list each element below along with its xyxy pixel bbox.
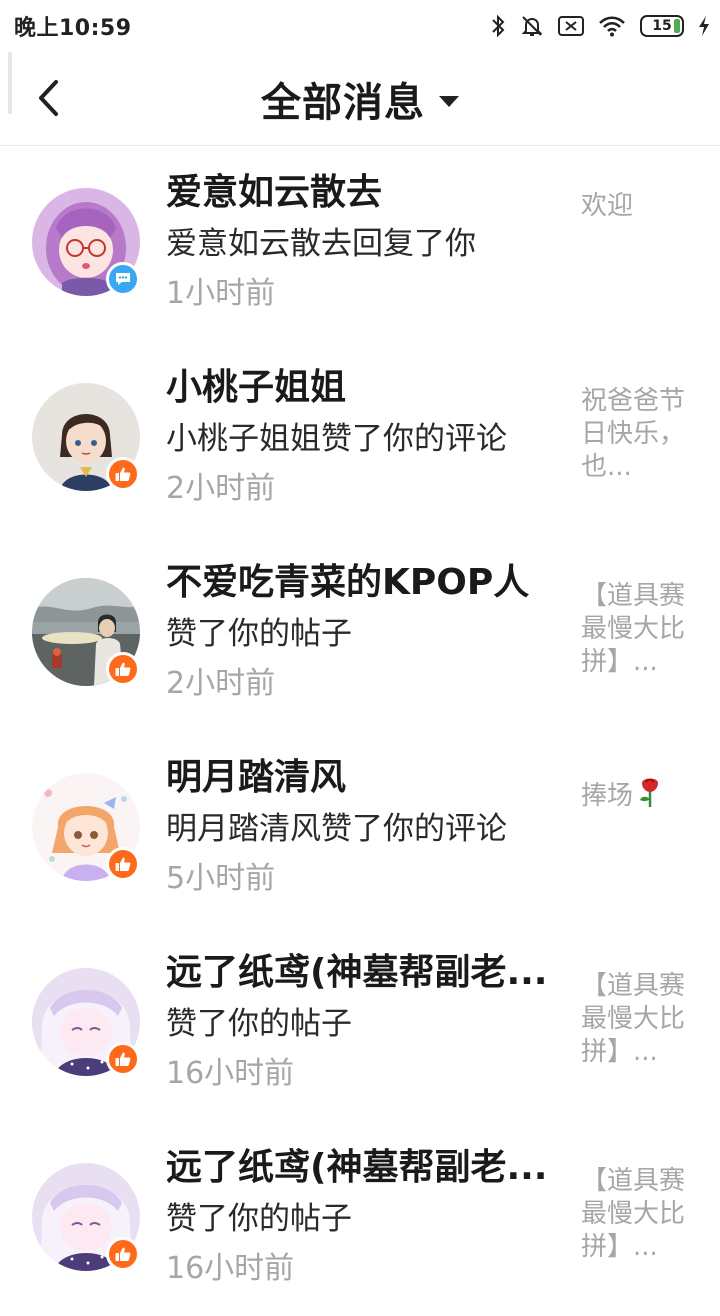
message-time: 1小时前 <box>166 276 276 311</box>
sim-off-icon <box>558 15 584 37</box>
status-time: 晚上10:59 <box>14 16 132 41</box>
avatar-wrap[interactable] <box>32 578 140 686</box>
content-preview[interactable]: 【道具赛最慢大比拼】... <box>581 1165 691 1264</box>
message-time: 2小时前 <box>166 666 276 701</box>
sender-name[interactable]: 远了纸鸢(神墓帮副老... <box>166 948 562 998</box>
avatar-wrap[interactable] <box>32 1163 140 1271</box>
message-action: 赞了你的帖子 <box>166 616 352 652</box>
title-dropdown[interactable]: 全部消息 <box>0 52 720 146</box>
wifi-icon <box>598 15 626 37</box>
content-preview[interactable]: 祝爸爸节日快乐，也... <box>581 385 691 484</box>
like-badge <box>106 652 140 686</box>
battery-icon: 15 <box>640 15 684 37</box>
message-item[interactable]: 远了纸鸢(神墓帮副老... 赞了你的帖子 16小时前 【道具赛最慢大比拼】... <box>0 1121 720 1316</box>
avatar-wrap[interactable] <box>32 773 140 881</box>
sender-name[interactable]: 爱意如云散去 <box>166 168 562 218</box>
chat-bubble-icon <box>116 273 130 285</box>
message-item[interactable]: 远了纸鸢(神墓帮副老... 赞了你的帖子 16小时前 【道具赛最慢大比拼】... <box>0 926 720 1121</box>
message-texts: 不爱吃青菜的KPOP人 赞了你的帖子 2小时前 <box>166 558 562 708</box>
caret-down-icon <box>439 95 459 107</box>
battery-level <box>674 19 680 33</box>
sender-name[interactable]: 不爱吃青菜的KPOP人 <box>166 558 562 608</box>
preview-text: 捧场 <box>581 781 634 811</box>
message-time: 2小时前 <box>166 471 276 506</box>
like-badge <box>106 1042 140 1076</box>
message-action: 爱意如云散去回复了你 <box>166 226 476 262</box>
message-item[interactable]: 小桃子姐姐 小桃子姐姐赞了你的评论 2小时前 祝爸爸节日快乐，也... <box>0 341 720 536</box>
thumbs-up-icon <box>115 857 131 871</box>
sender-name[interactable]: 小桃子姐姐 <box>166 363 562 413</box>
like-badge <box>106 847 140 881</box>
status-icons: 15 <box>490 14 710 38</box>
sender-name[interactable]: 远了纸鸢(神墓帮副老... <box>166 1143 562 1193</box>
content-preview[interactable]: 捧场 <box>581 775 691 818</box>
message-texts: 爱意如云散去 爱意如云散去回复了你 1小时前 <box>166 168 562 318</box>
preview-text: 欢迎 <box>581 191 634 221</box>
avatar-wrap[interactable] <box>32 383 140 491</box>
like-badge <box>106 1237 140 1271</box>
message-item[interactable]: 不爱吃青菜的KPOP人 赞了你的帖子 2小时前 【道具赛最慢大比拼】... <box>0 536 720 731</box>
bluetooth-icon <box>490 14 506 38</box>
preview-text: 【道具赛最慢大比拼】... <box>581 971 686 1067</box>
like-badge <box>106 457 140 491</box>
avatar-wrap[interactable] <box>32 188 140 296</box>
message-item[interactable]: 爱意如云散去 爱意如云散去回复了你 1小时前 欢迎 <box>0 146 720 341</box>
header: 全部消息 <box>0 52 720 146</box>
sender-name[interactable]: 明月踏清风 <box>166 753 562 803</box>
status-bar: 晚上10:59 15 <box>0 0 720 52</box>
message-texts: 远了纸鸢(神墓帮副老... 赞了你的帖子 16小时前 <box>166 948 562 1098</box>
reply-badge <box>106 262 140 296</box>
content-preview[interactable]: 欢迎 <box>581 190 691 223</box>
preview-text: 祝爸爸节日快乐，也... <box>581 386 686 482</box>
message-texts: 远了纸鸢(神墓帮副老... 赞了你的帖子 16小时前 <box>166 1143 562 1293</box>
message-action: 赞了你的帖子 <box>166 1006 352 1042</box>
message-time: 16小时前 <box>166 1251 295 1286</box>
content-preview[interactable]: 【道具赛最慢大比拼】... <box>581 580 691 679</box>
bell-muted-icon <box>520 14 544 38</box>
message-time: 5小时前 <box>166 861 276 896</box>
preview-text: 【道具赛最慢大比拼】... <box>581 581 686 677</box>
message-action: 明月踏清风赞了你的评论 <box>166 811 507 847</box>
battery-percent: 15 <box>652 18 672 34</box>
avatar-wrap[interactable] <box>32 968 140 1076</box>
message-texts: 明月踏清风 明月踏清风赞了你的评论 5小时前 <box>166 753 562 903</box>
content-preview[interactable]: 【道具赛最慢大比拼】... <box>581 970 691 1069</box>
message-texts: 小桃子姐姐 小桃子姐姐赞了你的评论 2小时前 <box>166 363 562 513</box>
message-action: 小桃子姐姐赞了你的评论 <box>166 421 507 457</box>
thumbs-up-icon <box>115 1052 131 1066</box>
message-item[interactable]: 明月踏清风 明月踏清风赞了你的评论 5小时前 捧场 <box>0 731 720 926</box>
charging-icon <box>698 15 710 37</box>
message-time: 16小时前 <box>166 1056 295 1091</box>
page-title: 全部消息 <box>261 80 425 126</box>
thumbs-up-icon <box>115 662 131 676</box>
message-action: 赞了你的帖子 <box>166 1201 352 1237</box>
thumbs-up-icon <box>115 1247 131 1261</box>
rose-icon <box>637 775 663 818</box>
thumbs-up-icon <box>115 467 131 481</box>
preview-text: 【道具赛最慢大比拼】... <box>581 1166 686 1262</box>
